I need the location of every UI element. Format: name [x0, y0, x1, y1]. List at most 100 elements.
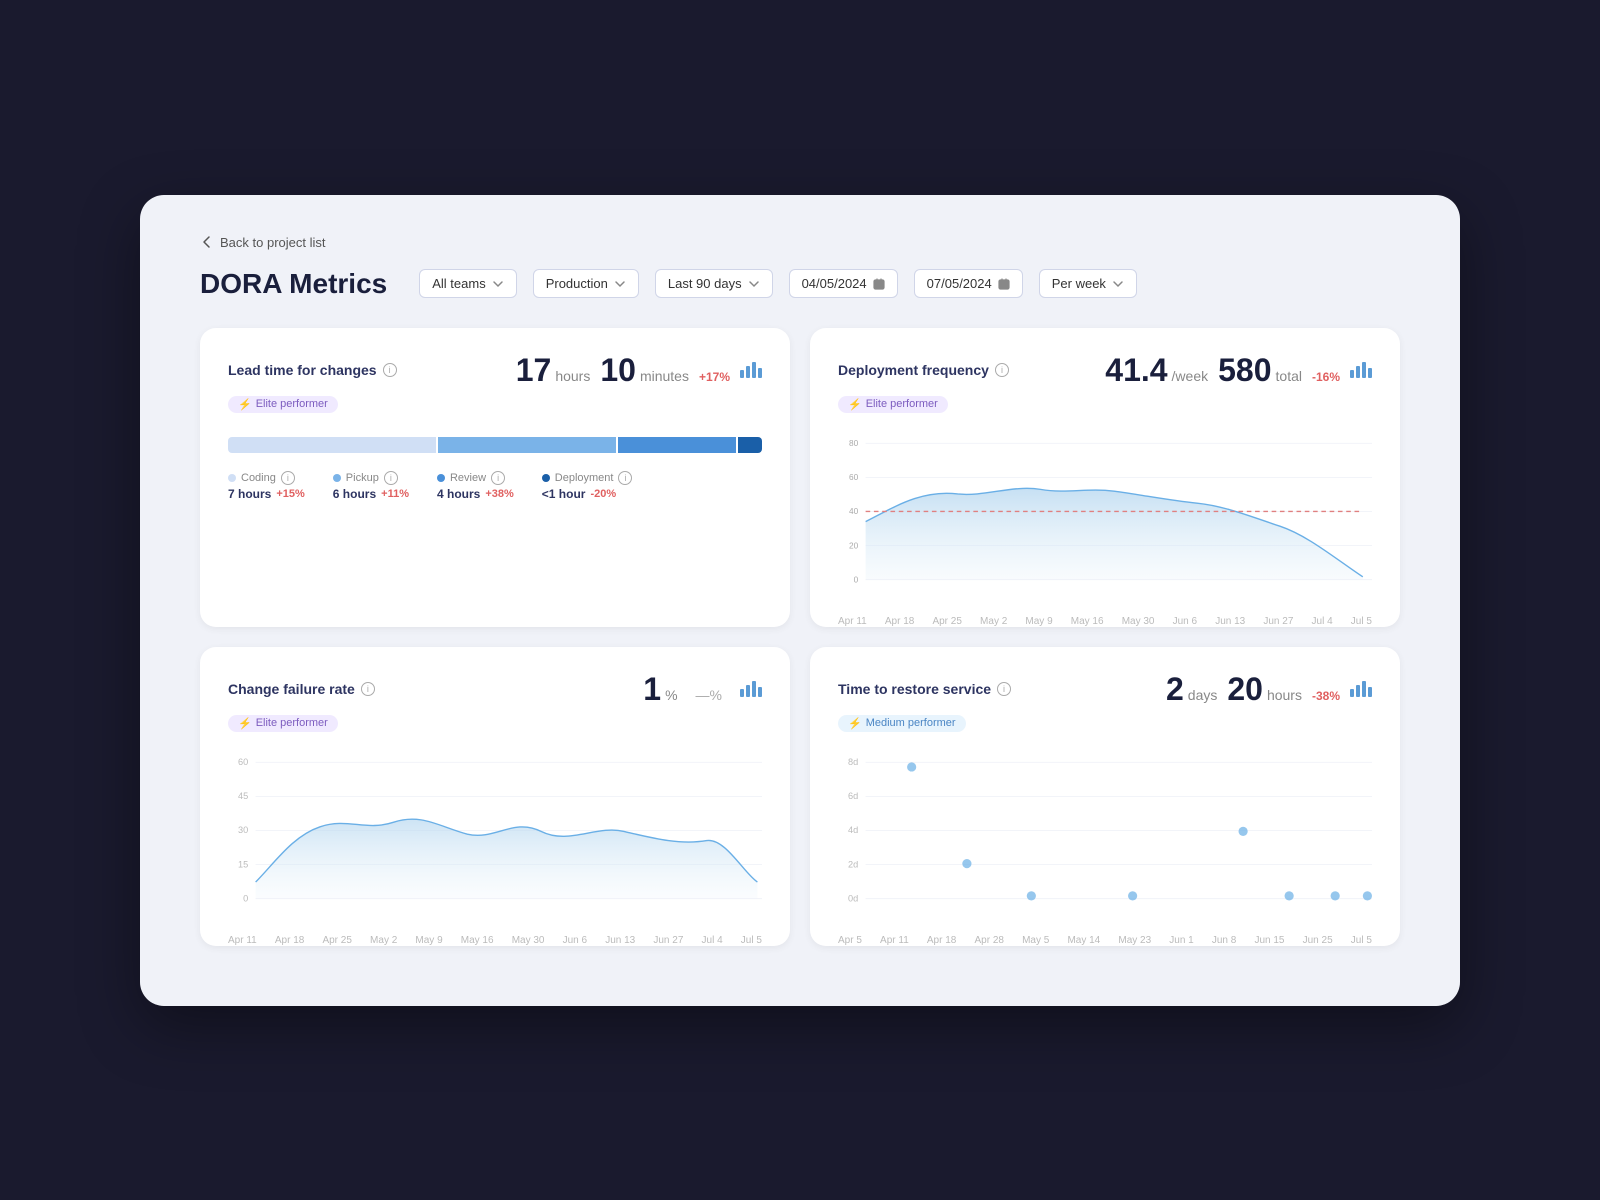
legend-review: Review i 4 hours +38%	[437, 471, 514, 501]
change-failure-x-labels: Apr 11 Apr 18 Apr 25 May 2 May 9 May 16 …	[228, 935, 762, 946]
lead-time-change: +17%	[699, 370, 730, 384]
restore-days-unit: days	[1188, 687, 1218, 703]
restore-chart-icon[interactable]	[1350, 681, 1372, 697]
coding-change: +15%	[276, 488, 304, 500]
restore-time-title-group: Time to restore service i	[838, 681, 1011, 697]
review-change: +38%	[485, 488, 513, 500]
deployment-total-value: 580	[1218, 352, 1271, 389]
review-values: 4 hours +38%	[437, 487, 514, 501]
deployment-freq-info[interactable]: i	[995, 363, 1009, 377]
restore-days-value: 2	[1166, 671, 1184, 708]
granularity-filter[interactable]: Per week	[1039, 269, 1137, 298]
change-failure-metrics: 1 % —%	[643, 671, 730, 708]
back-link[interactable]: Back to project list	[200, 235, 1400, 250]
restore-time-metrics: 2 days 20 hours -38%	[1166, 671, 1340, 708]
date-from-picker[interactable]: 04/05/2024	[789, 269, 898, 298]
bar-deployment	[738, 437, 762, 453]
performer-icon4: ⚡	[848, 717, 862, 730]
svg-text:0: 0	[854, 575, 859, 584]
deployment-freq-svg: 80 60 40 20 0	[838, 427, 1372, 607]
svg-text:0d: 0d	[848, 893, 858, 903]
lead-time-metrics: 17 hours 10 minutes +17%	[516, 352, 730, 389]
lead-time-performer-badge: ⚡ Elite performer	[228, 396, 338, 413]
lead-time-title-group: Lead time for changes i	[228, 362, 397, 378]
change-failure-svg: 60 45 30 15 0	[228, 746, 762, 926]
lead-time-performer-label: Elite performer	[256, 398, 328, 410]
svg-text:0: 0	[243, 893, 248, 903]
bar-legend: Coding i 7 hours +15% Pickup i	[228, 471, 762, 501]
date-to-picker[interactable]: 07/05/2024	[914, 269, 1023, 298]
deployment-change: -16%	[1312, 370, 1340, 384]
deployment-freq-metrics: 41.4 /week 580 total -16%	[1105, 352, 1340, 389]
coding-values: 7 hours +15%	[228, 487, 305, 501]
environment-filter[interactable]: Production	[533, 269, 639, 298]
restore-hours-unit: hours	[1267, 687, 1302, 703]
svg-text:20: 20	[849, 541, 859, 550]
period-filter[interactable]: Last 90 days	[655, 269, 773, 298]
restore-time-info[interactable]: i	[997, 682, 1011, 696]
restore-time-performer-badge: ⚡ Medium performer	[838, 715, 966, 732]
page-title: DORA Metrics	[200, 268, 387, 300]
deployment-info[interactable]: i	[618, 471, 632, 485]
page-header: DORA Metrics All teams Production Last 9…	[200, 268, 1400, 300]
svg-text:15: 15	[238, 859, 248, 869]
coding-dot	[228, 474, 236, 482]
svg-text:40: 40	[849, 507, 859, 516]
svg-text:6d: 6d	[848, 791, 858, 801]
legend-deployment: Deployment i <1 hour -20%	[542, 471, 633, 501]
deployment-rate-value: 41.4	[1105, 352, 1167, 389]
deployment-values: <1 hour -20%	[542, 487, 633, 501]
restore-time-performer-label: Medium performer	[866, 717, 956, 729]
review-info[interactable]: i	[491, 471, 505, 485]
deployment-freq-title-group: Deployment frequency i	[838, 362, 1009, 378]
pickup-info[interactable]: i	[384, 471, 398, 485]
svg-text:45: 45	[238, 791, 248, 801]
svg-text:60: 60	[238, 757, 248, 767]
svg-text:4d: 4d	[848, 825, 858, 835]
coding-info[interactable]: i	[281, 471, 295, 485]
calendar-icon	[873, 278, 885, 290]
svg-text:80: 80	[849, 439, 859, 448]
lead-time-info-icon[interactable]: i	[383, 363, 397, 377]
arrow-left-icon	[200, 235, 214, 249]
date-to-value: 07/05/2024	[927, 276, 992, 291]
svg-text:60: 60	[849, 473, 859, 482]
bar-review	[618, 437, 737, 453]
deployment-total-unit: total	[1276, 368, 1302, 384]
pickup-values: 6 hours +11%	[333, 487, 409, 501]
change-failure-unit: %	[665, 687, 677, 703]
review-label: Review	[450, 472, 486, 484]
pickup-label: Pickup	[346, 472, 379, 484]
change-failure-info[interactable]: i	[361, 682, 375, 696]
deployment-freq-performer-label: Elite performer	[866, 398, 938, 410]
svg-text:2d: 2d	[848, 859, 858, 869]
deployment-chart-icon[interactable]	[1350, 362, 1372, 378]
deployment-freq-chart: 80 60 40 20 0	[838, 427, 1372, 607]
performer-icon2: ⚡	[848, 398, 862, 411]
restore-time-chart: 8d 6d 4d 2d 0d	[838, 746, 1372, 926]
legend-pickup: Pickup i 6 hours +11%	[333, 471, 409, 501]
lead-time-chart-icon[interactable]	[740, 362, 762, 378]
svg-text:8d: 8d	[848, 757, 858, 767]
restore-time-title: Time to restore service	[838, 681, 991, 697]
deployment-hours: <1 hour	[542, 487, 586, 501]
change-failure-performer-badge: ⚡ Elite performer	[228, 715, 338, 732]
svg-text:30: 30	[238, 825, 248, 835]
performer-icon: ⚡	[238, 398, 252, 411]
deployment-dot	[542, 474, 550, 482]
lead-time-title: Lead time for changes	[228, 362, 377, 378]
teams-filter-label: All teams	[432, 276, 485, 291]
granularity-filter-label: Per week	[1052, 276, 1106, 291]
restore-hours-value: 20	[1227, 671, 1263, 708]
change-failure-title-group: Change failure rate i	[228, 681, 375, 697]
lead-time-minutes-unit: minutes	[640, 368, 689, 384]
teams-filter[interactable]: All teams	[419, 269, 516, 298]
change-failure-chart-icon[interactable]	[740, 681, 762, 697]
lead-time-hours-unit: hours	[555, 368, 590, 384]
chevron-down-icon4	[1112, 278, 1124, 290]
restore-time-card: Time to restore service i 2 days 20 hour…	[810, 647, 1400, 946]
lead-time-minutes-value: 10	[600, 352, 636, 389]
restore-time-x-labels: Apr 5 Apr 11 Apr 18 Apr 28 May 5 May 14 …	[838, 935, 1372, 946]
lead-time-stacked-bar	[228, 437, 762, 453]
change-failure-chart: 60 45 30 15 0 Apr 11	[228, 746, 762, 926]
